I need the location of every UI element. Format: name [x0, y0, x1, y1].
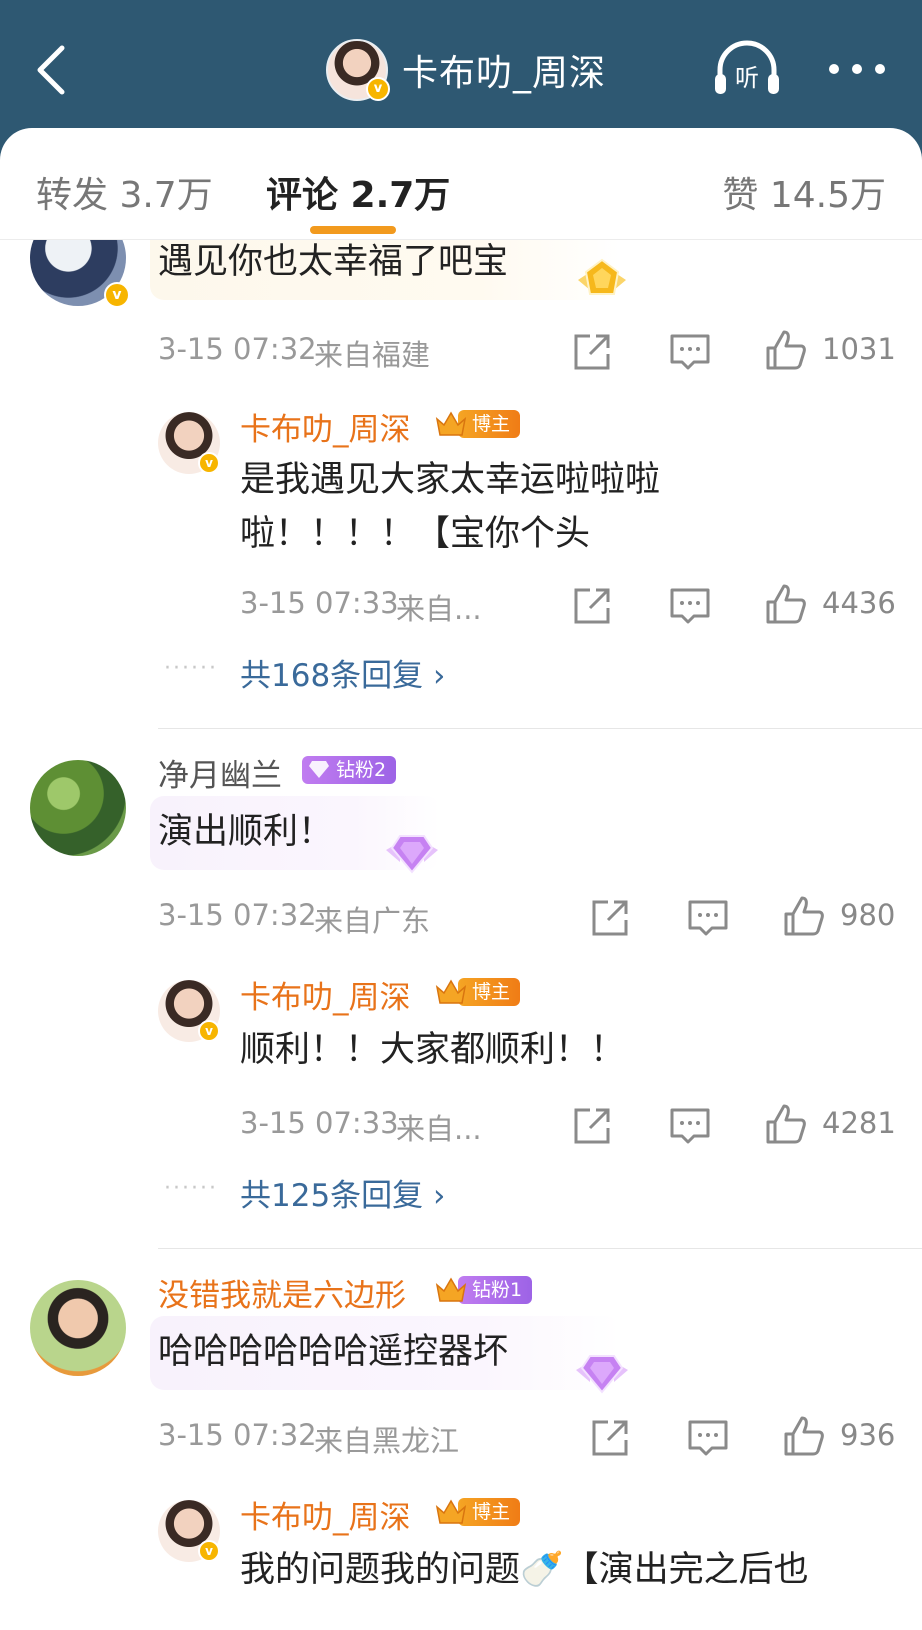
comment-time: 3-15 07:32: [158, 332, 317, 366]
view-more-replies[interactable]: 共125条回复 ›: [240, 1170, 445, 1215]
comment-icon[interactable]: [668, 584, 712, 628]
comment-icon[interactable]: [686, 896, 730, 940]
back-button[interactable]: [32, 42, 72, 98]
tab-comment[interactable]: 评论 2.7万: [266, 166, 450, 218]
reply-time: 3-15 07:33: [240, 586, 399, 620]
reply-author-name[interactable]: 卡布叻_周深: [240, 1492, 411, 1537]
like-count: 936: [840, 1418, 896, 1452]
reply-author-name[interactable]: 卡布叻_周深: [240, 404, 411, 449]
more-icon: [829, 64, 885, 74]
verified-icon: v: [198, 1020, 220, 1042]
reply-text: 顺利！！大家都顺利！！: [240, 1030, 626, 1070]
crown-icon: [435, 1277, 467, 1302]
share-icon[interactable]: [570, 330, 614, 374]
comment-icon[interactable]: [686, 1416, 730, 1460]
crown-icon: [435, 979, 467, 1004]
like-count: 4281: [822, 1106, 896, 1140]
reply-text: 啦！！！！【宝你个头: [240, 514, 591, 554]
thumbs-up-icon[interactable]: [764, 1102, 808, 1146]
share-icon[interactable]: [588, 896, 632, 940]
tab-like[interactable]: 赞 14.5万: [722, 166, 886, 218]
comment-text: 演出顺利！: [158, 812, 334, 852]
reply-text: 我的问题我的问题🍼【演出完之后也: [240, 1550, 809, 1590]
share-icon[interactable]: [570, 1104, 614, 1148]
comment-text: 哈哈哈哈哈哈遥控器坏: [158, 1332, 509, 1372]
thumbs-up-icon[interactable]: [764, 582, 808, 626]
like-count: 1031: [822, 332, 896, 366]
comment-author-name[interactable]: 没错我就是六边形: [158, 1270, 406, 1315]
verified-icon: v: [198, 452, 220, 474]
reply-location: 来自...: [396, 592, 482, 626]
listen-label: 听: [735, 64, 759, 92]
reply-time: 3-15 07:33: [240, 1106, 399, 1140]
listen-button[interactable]: 听: [712, 40, 782, 98]
badge-label: 钻粉1: [458, 1276, 533, 1304]
fan-badge: 钻粉2: [302, 754, 397, 786]
verified-icon: v: [198, 1540, 220, 1562]
avatar[interactable]: v: [30, 240, 130, 308]
divider: [158, 1248, 922, 1249]
host-badge: 博主: [434, 976, 521, 1008]
tab-bar: 转发 3.7万 评论 2.7万 赞 14.5万: [0, 128, 922, 240]
comment-author-name[interactable]: 净月幽兰: [158, 750, 282, 795]
tab-active-indicator: [310, 226, 396, 234]
chevron-left-icon: [37, 45, 65, 95]
reply-author-name[interactable]: 卡布叻_周深: [240, 972, 411, 1017]
reply-location: 来自...: [396, 1112, 482, 1146]
avatar[interactable]: [30, 1280, 126, 1376]
divider: [158, 728, 922, 729]
avatar[interactable]: v: [326, 39, 390, 101]
host-badge: 博主: [434, 408, 521, 440]
purple-medal-icon: [576, 1355, 628, 1394]
crown-icon: [435, 1499, 467, 1524]
more-button[interactable]: [824, 54, 890, 84]
fan-badge: 钻粉1: [434, 1274, 533, 1306]
headphones-icon: 听: [715, 40, 779, 94]
comment-icon[interactable]: [668, 1104, 712, 1148]
verified-icon: v: [366, 77, 390, 101]
purple-medal-icon: [386, 835, 438, 874]
thumbs-up-icon[interactable]: [764, 328, 808, 372]
gold-medal-icon: [578, 258, 626, 295]
like-count: 4436: [822, 586, 896, 620]
verified-icon: v: [104, 282, 130, 308]
comment-icon[interactable]: [668, 330, 712, 374]
tab-repost[interactable]: 转发 3.7万: [36, 166, 213, 218]
comment-location: 来自广东: [314, 904, 431, 938]
reply-text: 是我遇见大家太幸运啦啦啦: [240, 460, 661, 500]
avatar[interactable]: [30, 760, 126, 856]
comment-text: 遇见你也太幸福了吧宝: [158, 242, 509, 282]
like-count: 980: [840, 898, 896, 932]
view-more-replies[interactable]: 共168条回复 ›: [240, 650, 445, 695]
header-user[interactable]: v 卡布叻_周深: [326, 38, 606, 102]
comment-list[interactable]: v 遇见你也太幸福了吧宝 3-15 07:32 来自福建 1031 v 卡布叻_…: [0, 240, 922, 1630]
comment-time: 3-15 07:32: [158, 898, 317, 932]
comment-time: 3-15 07:32: [158, 1418, 317, 1452]
crown-icon: [435, 411, 467, 436]
diamond-icon: [309, 761, 329, 778]
thumbs-up-icon[interactable]: [782, 894, 826, 938]
header-title: 卡布叻_周深: [402, 53, 607, 94]
dots-divider: ······: [164, 656, 218, 681]
share-icon[interactable]: [570, 584, 614, 628]
dots-divider: ······: [164, 1176, 218, 1201]
comment-location: 来自黑龙江: [314, 1424, 460, 1458]
host-badge: 博主: [434, 1496, 521, 1528]
share-icon[interactable]: [588, 1416, 632, 1460]
comment-location: 来自福建: [314, 338, 431, 372]
thumbs-up-icon[interactable]: [782, 1414, 826, 1458]
